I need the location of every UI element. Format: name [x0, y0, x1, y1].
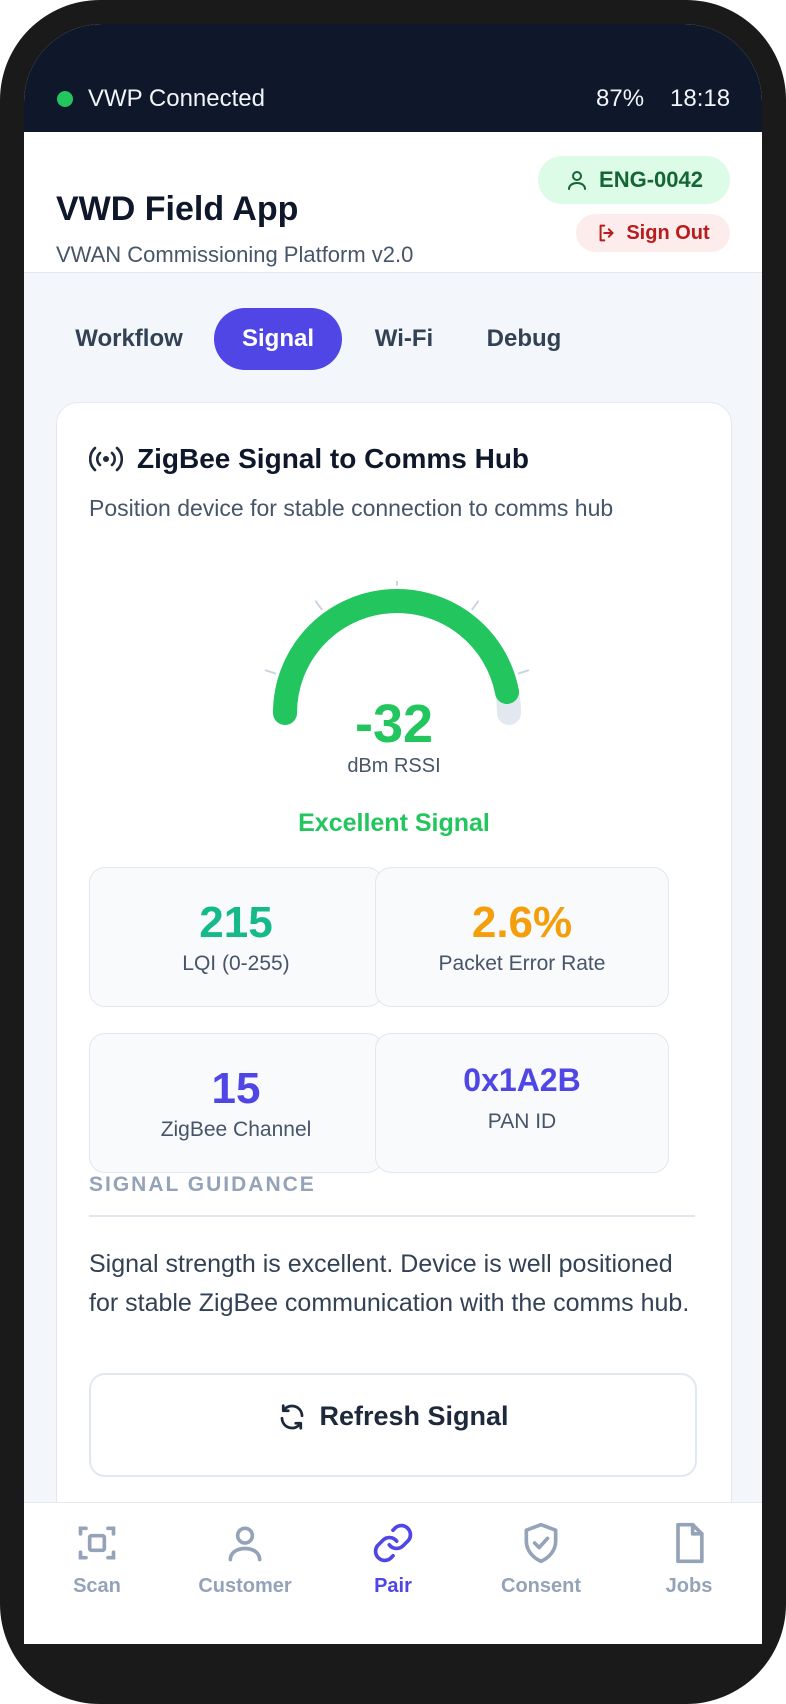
nav-consent-label: Consent [501, 1575, 581, 1597]
stat-pan-id: 0x1A2B PAN ID [375, 1033, 669, 1173]
guidance-divider [89, 1215, 695, 1217]
document-icon [676, 1522, 704, 1564]
tab-debug[interactable]: Debug [464, 308, 584, 370]
nav-customer[interactable]: Customer [180, 1521, 310, 1598]
refresh-signal-button[interactable]: Refresh Signal [89, 1373, 697, 1477]
sign-out-icon [599, 224, 614, 242]
signal-card: ZigBee Signal to Comms Hub Position devi… [56, 402, 732, 1604]
engineer-id: ENG-0042 [599, 167, 703, 192]
connection-status-dot [57, 91, 73, 107]
app-title: VWD Field App [56, 190, 299, 228]
nav-consent[interactable]: Consent [476, 1521, 606, 1598]
gauge-tick-4 [517, 669, 530, 675]
nav-jobs-label: Jobs [665, 1575, 713, 1597]
card-title-row: ZigBee Signal to Comms Hub [89, 443, 529, 475]
gauge-tick-3 [471, 600, 480, 611]
nav-pair-label: Pair [374, 1575, 412, 1597]
refresh-icon [281, 1403, 304, 1430]
stat-packet-error-label: Packet Error Rate [438, 952, 606, 975]
app-subtitle: VWAN Commissioning Platform v2.0 [56, 242, 414, 267]
nav-pair[interactable]: Pair [328, 1521, 458, 1598]
stat-pan-id-value: 0x1A2B [463, 1062, 581, 1098]
stat-lqi: 215 LQI (0-255) [89, 867, 383, 1007]
engineer-badge[interactable]: ENG-0042 [538, 156, 730, 204]
tab-wifi[interactable]: Wi-Fi [354, 308, 454, 370]
battery-level: 87% [596, 85, 645, 112]
status-bar: VWP Connected 87% 18:18 [24, 24, 762, 132]
tab-workflow[interactable]: Workflow [54, 308, 204, 370]
sign-out-label: Sign Out [626, 221, 710, 244]
user-icon [228, 1526, 262, 1562]
stat-channel-value: 15 [211, 1064, 261, 1113]
stat-lqi-value: 215 [199, 898, 273, 947]
nav-jobs[interactable]: Jobs [624, 1521, 754, 1598]
shield-check-icon [524, 1522, 558, 1564]
link-icon [373, 1523, 413, 1563]
stat-pan-id-label: PAN ID [487, 1110, 557, 1133]
app-screen: VWP Connected 87% 18:18 VWD Field App VW… [24, 24, 762, 1644]
nav-customer-label: Customer [198, 1575, 292, 1597]
refresh-label: Refresh Signal [319, 1401, 509, 1431]
device-frame: VWP Connected 87% 18:18 VWD Field App VW… [0, 0, 786, 1704]
stat-channel-label: ZigBee Channel [160, 1118, 312, 1141]
clock: 18:18 [670, 85, 731, 112]
stat-lqi-label: LQI (0-255) [182, 952, 290, 975]
radio-signal-icon [89, 446, 123, 472]
gauge-tick-0 [264, 669, 277, 675]
signal-quality: Excellent Signal [298, 809, 490, 837]
stat-packet-error-value: 2.6% [471, 898, 573, 947]
tab-signal[interactable]: Signal [214, 308, 342, 370]
nav-scan[interactable]: Scan [32, 1521, 162, 1598]
scan-icon [78, 1526, 116, 1560]
stat-channel: 15 ZigBee Channel [89, 1033, 383, 1173]
stat-packet-error: 2.6% Packet Error Rate [375, 867, 669, 1007]
card-subtitle: Position device for stable connection to… [89, 495, 614, 521]
guidance-heading: SIGNAL GUIDANCE [89, 1173, 316, 1196]
tab-bar: Workflow Signal Wi-Fi Debug [24, 308, 762, 370]
gauge-tick-1 [314, 600, 323, 611]
connection-status-text: VWP Connected [88, 85, 265, 112]
rssi-value: -32 [354, 694, 434, 754]
card-title: ZigBee Signal to Comms Hub [137, 443, 530, 474]
bottom-nav: Scan Customer Pair Consent Jobs [24, 1502, 762, 1644]
guidance-text: Signal strength is excellent. Device is … [89, 1250, 690, 1317]
nav-scan-label: Scan [73, 1575, 121, 1597]
rssi-unit: dBm RSSI [347, 755, 441, 777]
user-icon [568, 171, 587, 190]
sign-out-button[interactable]: Sign Out [576, 214, 730, 252]
